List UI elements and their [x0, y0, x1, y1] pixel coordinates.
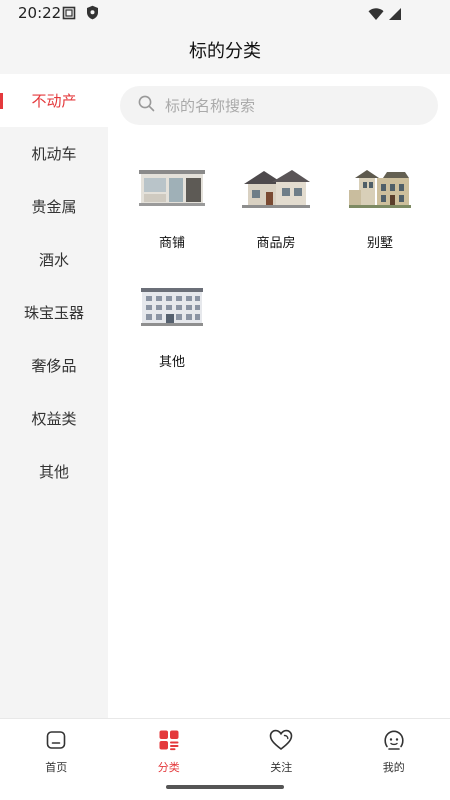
subcategory-grid: 商铺 商品房 别墅 其他: [120, 164, 432, 370]
category-icon: [158, 729, 180, 755]
cell-signal-icon: [388, 6, 402, 25]
sidebar-item-wine-spirits[interactable]: 酒水: [0, 233, 108, 286]
house-icon: [240, 164, 312, 212]
gesture-navigation-bar[interactable]: [166, 785, 284, 789]
heart-icon: [269, 729, 293, 755]
subcategory-label: 商铺: [158, 236, 185, 251]
sidebar-item-label: 机动车: [31, 145, 77, 163]
sidebar-item-label: 权益类: [31, 410, 77, 428]
nav-label: 首页: [45, 761, 68, 774]
subcategory-other[interactable]: 其他: [120, 283, 224, 370]
status-bar: 20:22: [0, 0, 450, 26]
villa-icon: [344, 164, 416, 212]
status-time: 20:22: [18, 4, 62, 22]
home-icon: [45, 729, 67, 755]
sidebar-item-jewelry[interactable]: 珠宝玉器: [0, 286, 108, 339]
search-input[interactable]: [165, 96, 425, 115]
subcategory-label: 别墅: [366, 236, 393, 251]
bottom-nav: 首页 分类 关注 我的: [0, 718, 450, 776]
nav-category[interactable]: 分类: [113, 719, 226, 776]
sidebar-item-label: 贵金属: [31, 198, 77, 216]
sidebar-item-label: 其他: [38, 463, 69, 481]
subcategory-villa[interactable]: 别墅: [328, 164, 432, 251]
sidebar-item-luxury-goods[interactable]: 奢侈品: [0, 339, 108, 392]
office-building-icon: [136, 283, 208, 331]
shield-icon: [86, 5, 99, 24]
nav-label: 我的: [382, 761, 405, 774]
subcategory-label: 商品房: [256, 236, 296, 251]
nav-profile[interactable]: 我的: [338, 719, 450, 776]
search-icon: [138, 95, 155, 116]
sidebar-item-label: 奢侈品: [31, 357, 77, 375]
sidebar-item-label: 不动产: [31, 92, 77, 110]
profile-icon: [383, 729, 405, 755]
nav-label: 关注: [270, 761, 293, 774]
subcategory-label: 其他: [158, 355, 185, 370]
shop-building-icon: [136, 164, 208, 212]
sidebar-item-real-estate[interactable]: 不动产: [0, 74, 108, 127]
nav-label: 分类: [157, 761, 180, 774]
sidebar-item-other[interactable]: 其他: [0, 445, 108, 498]
subcategory-commercial-housing[interactable]: 商品房: [224, 164, 328, 251]
sidebar-item-equity[interactable]: 权益类: [0, 392, 108, 445]
sidebar-item-label: 酒水: [38, 251, 69, 269]
search-bar[interactable]: [120, 86, 438, 125]
main-content: 商铺 商品房: [108, 74, 450, 718]
category-sidebar: 不动产 机动车 贵金属 酒水 珠宝玉器 奢侈品 权益类 其他: [0, 74, 108, 718]
sidebar-item-precious-metals[interactable]: 贵金属: [0, 180, 108, 233]
sidebar-item-motor-vehicles[interactable]: 机动车: [0, 127, 108, 180]
page-title: 标的分类: [189, 41, 261, 62]
screenshot-notification-icon: [62, 5, 76, 24]
app-header: 标的分类: [0, 26, 450, 74]
nav-home[interactable]: 首页: [0, 719, 113, 776]
nav-follow[interactable]: 关注: [225, 719, 338, 776]
sidebar-item-label: 珠宝玉器: [23, 304, 84, 322]
wifi-icon: [368, 6, 384, 25]
subcategory-shop[interactable]: 商铺: [120, 164, 224, 251]
